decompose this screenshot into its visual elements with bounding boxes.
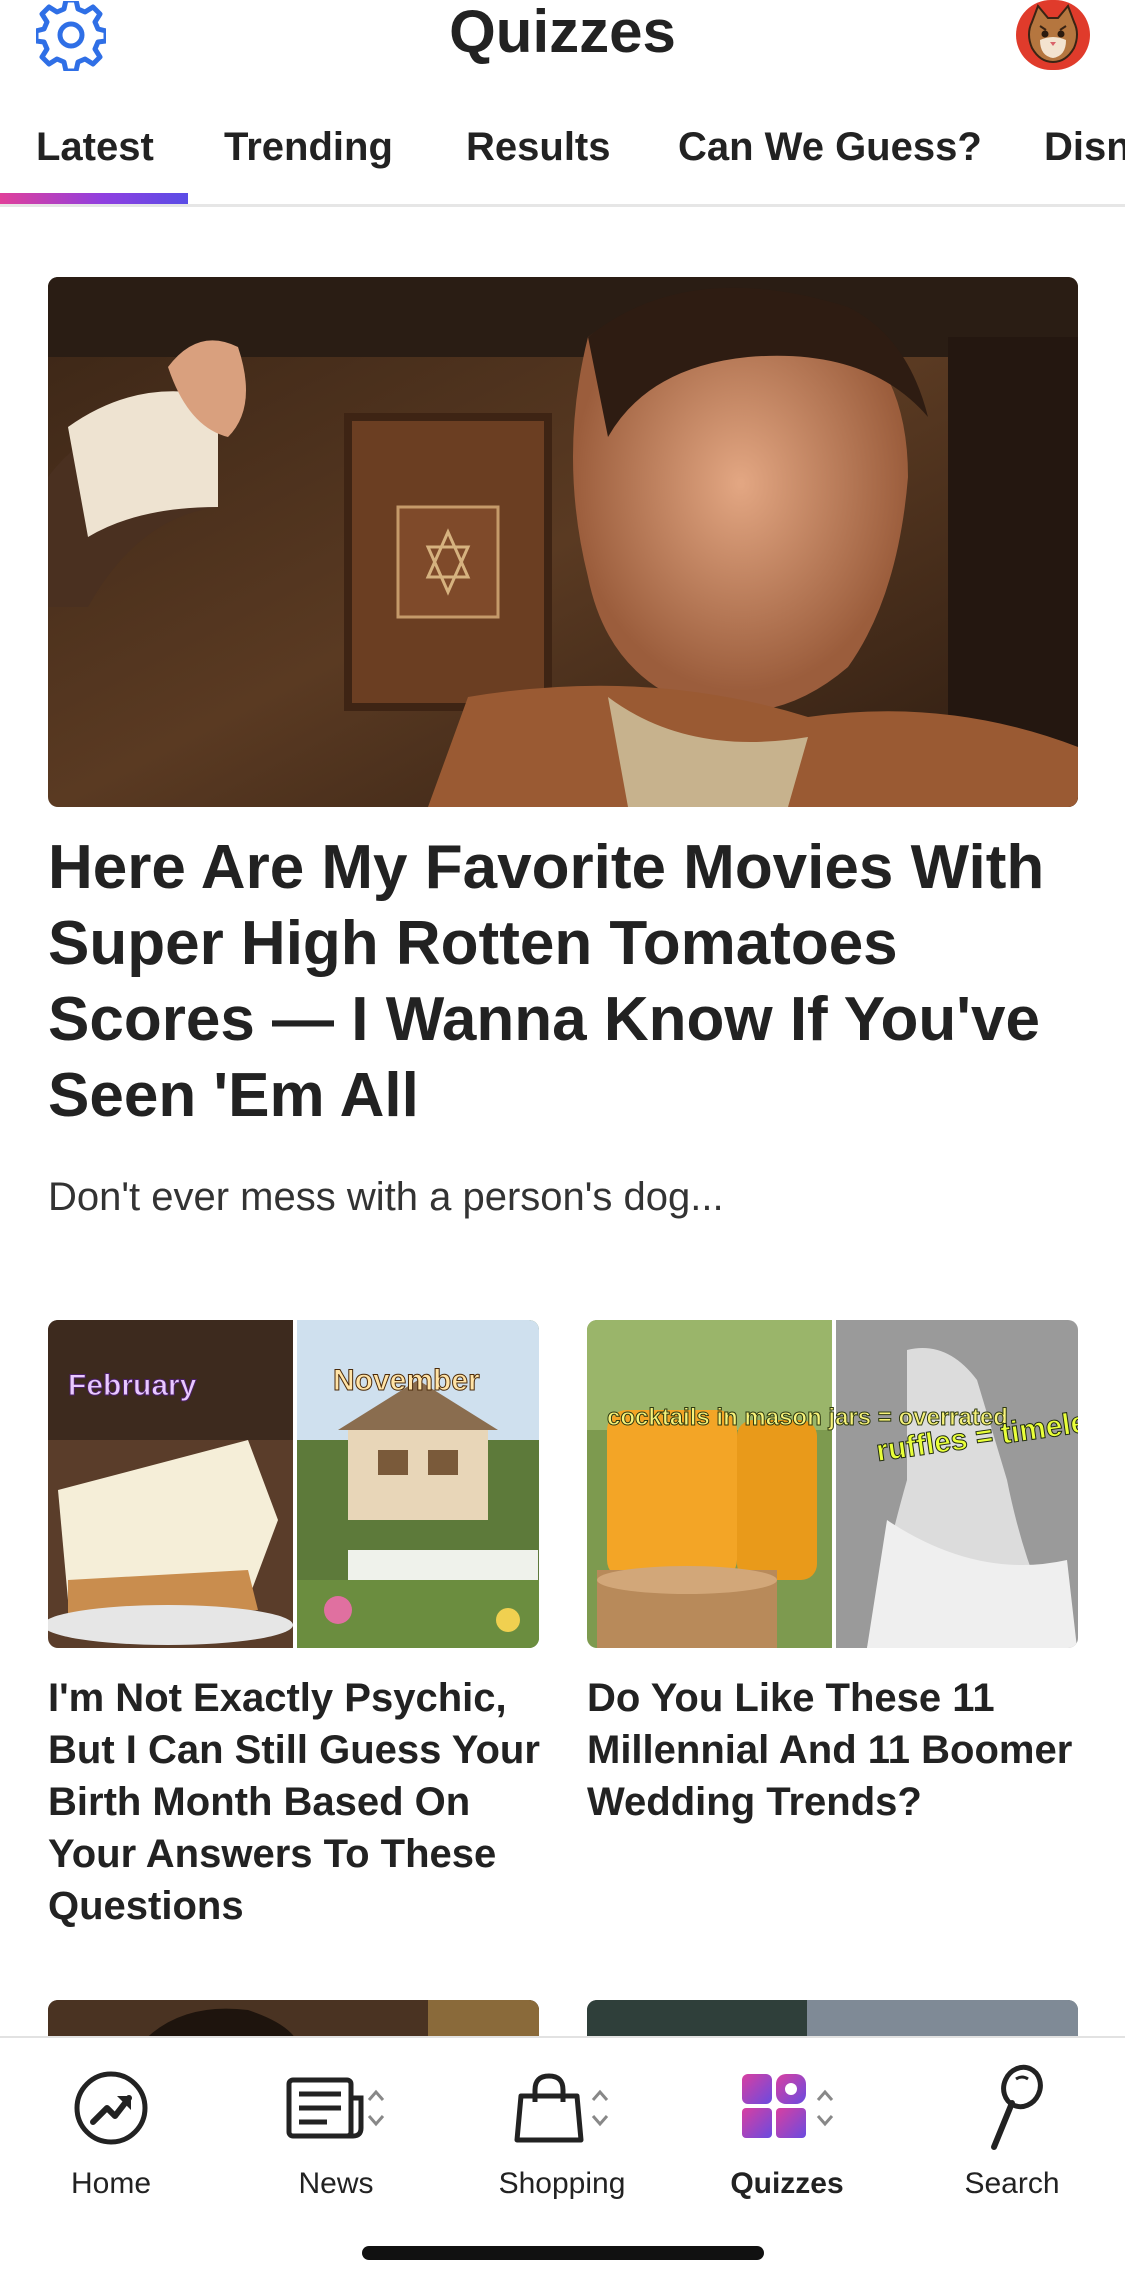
- nav-label-news: News: [298, 2167, 374, 2200]
- nav-search[interactable]: Search: [912, 2058, 1112, 2218]
- news-icon: [286, 2077, 385, 2139]
- search-icon: [991, 2064, 1043, 2150]
- nav-label-search: Search: [964, 2167, 1060, 2200]
- hero-title[interactable]: Here Are My Favorite Movies With Super H…: [48, 830, 1048, 1134]
- tab-bar: Latest Trending Results Can We Guess? Di…: [0, 110, 1125, 207]
- card-title-wedding-trends[interactable]: Do You Like These 11 Millennial And 11 B…: [587, 1672, 1087, 1828]
- tab-trending[interactable]: Trending: [224, 122, 393, 172]
- avatar[interactable]: [1016, 0, 1090, 70]
- shopping-bag-icon: [514, 2073, 609, 2143]
- tab-disney[interactable]: Disn: [1044, 122, 1125, 172]
- card-photo-birth-month: February November: [48, 1320, 539, 1648]
- top-bar: Quizzes: [0, 0, 1125, 80]
- nav-label-shopping: Shopping: [498, 2167, 626, 2200]
- card-image-birth-month[interactable]: February November: [48, 1320, 539, 1648]
- tab-can-we-guess[interactable]: Can We Guess?: [678, 122, 982, 172]
- page-title: Quizzes: [449, 0, 676, 65]
- nav-quizzes[interactable]: Quizzes: [687, 2058, 887, 2218]
- nav-shopping[interactable]: Shopping: [462, 2058, 662, 2218]
- nav-home[interactable]: Home: [11, 2058, 211, 2218]
- home-indicator[interactable]: [362, 2246, 764, 2260]
- tab-latest[interactable]: Latest: [36, 122, 154, 172]
- card-image-label-november: November: [333, 1364, 480, 1397]
- nav-news[interactable]: News: [236, 2058, 436, 2218]
- card-photo-wedding-trends: cocktails in mason jars = overrated ruff…: [587, 1320, 1078, 1648]
- nav-label-home: Home: [70, 2167, 152, 2200]
- hero-description: Don't ever mess with a person's dog...: [48, 1175, 724, 1219]
- quizzes-icon: [742, 2074, 834, 2138]
- active-tab-indicator: [0, 193, 188, 204]
- tab-results[interactable]: Results: [466, 122, 611, 172]
- nav-label-quizzes: Quizzes: [730, 2167, 844, 2200]
- hero-image[interactable]: [48, 277, 1078, 807]
- trending-icon: [74, 2071, 148, 2145]
- hero-photo: [48, 277, 1078, 807]
- card-title-birth-month[interactable]: I'm Not Exactly Psychic, But I Can Still…: [48, 1672, 548, 1932]
- quizzes-screen: Quizzes Latest Trending Results Can We G…: [0, 0, 1125, 2284]
- card-image-wedding-trends[interactable]: cocktails in mason jars = overrated ruff…: [587, 1320, 1078, 1648]
- card-image-label-february: February: [68, 1369, 197, 1402]
- cat-avatar-icon: [1028, 4, 1078, 64]
